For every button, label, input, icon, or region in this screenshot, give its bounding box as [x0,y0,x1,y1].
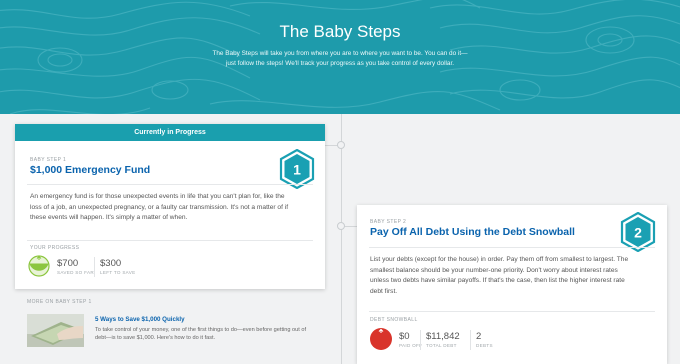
debts-count: 2 [476,331,482,342]
divider [369,247,655,248]
progress-label: YOUR PROGRESS [30,245,80,251]
step-one-hex-icon: 1 [279,148,315,194]
snowball-label: DEBT SNOWBALL [370,317,418,323]
total-amount: $11,842 [426,331,460,342]
description-line: loss of a job, an unexpected pregnancy, … [30,203,289,211]
step-description: List your debts (except for the house) i… [370,255,662,297]
article-description: To take control of your money, one of th… [95,326,325,342]
subtitle-line: just follow the steps! We'll track your … [225,60,455,67]
hero-banner: The Baby Steps The Baby Steps will take … [0,0,680,114]
current-step-card[interactable]: Currently in Progress BABY STEP 1 $1,000… [15,124,325,289]
step-number: 1 [293,162,301,178]
timeline-node [337,141,345,149]
debt-gauge-icon [369,327,393,356]
description-line: List your debts (except for the house) i… [370,256,629,263]
description-line: unless two debts have similar payoffs. I… [370,277,625,284]
page-subtitle: The Baby Steps will take you from where … [190,49,490,69]
timeline-node [337,222,345,230]
in-progress-banner: Currently in Progress [15,124,325,141]
paid-amount: $0 [399,331,410,342]
step-label: BABY STEP 1 [30,157,67,163]
more-section-label: MORE ON BABY STEP 1 [27,299,92,305]
left-label: LEFT TO SAVE [100,270,136,275]
stat-divider [94,257,95,277]
step-description: An emergency fund is for those unexpecte… [30,192,320,224]
article-desc-line: debt—is to save $1,000. Here's how to do… [95,335,216,341]
subtitle-line: The Baby Steps will take you from where … [212,50,468,57]
article-link[interactable]: 5 Ways to Save $1,000 Quickly [95,316,185,323]
article-desc-line: To take control of your money, one of th… [95,327,307,333]
page-title: The Baby Steps [279,22,401,41]
step-two-hex-icon: 2 [620,211,656,257]
total-label: TOTAL DEBT [426,343,457,348]
step-label: BABY STEP 2 [370,219,407,225]
step-title[interactable]: $1,000 Emergency Fund [30,164,150,176]
left-amount: $300 [100,258,122,269]
step-number: 2 [634,225,642,241]
next-step-card[interactable]: BABY STEP 2 Pay Off All Debt Using the D… [357,205,667,364]
divider [27,240,313,241]
stat-divider [470,330,471,350]
divider [27,184,313,185]
timeline-line [341,114,342,364]
step-title[interactable]: Pay Off All Debt Using the Debt Snowball [370,226,575,238]
description-line: smallest balance should be your number-o… [370,266,618,274]
article-thumbnail[interactable] [27,314,84,347]
stat-divider [420,330,421,350]
description-line: An emergency fund is for those unexpecte… [30,193,285,200]
saved-amount: $700 [57,258,79,269]
divider [369,311,655,312]
debts-label: DEBTS [476,343,493,348]
saved-label: SAVED SO FAR [57,270,94,275]
savings-gauge-icon [28,255,50,282]
paid-label: PAID OFF [399,343,423,348]
description-line: these events will happen. It's simply a … [30,214,188,221]
description-line: debt first. [370,287,398,295]
